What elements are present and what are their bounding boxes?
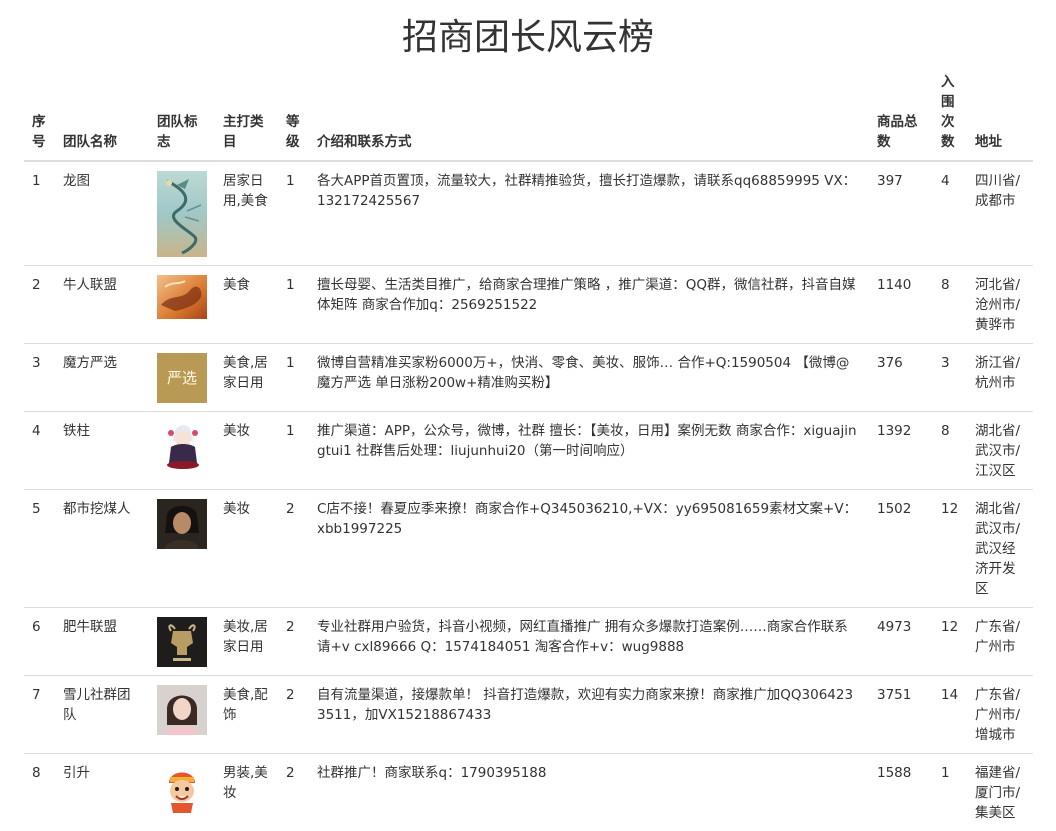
category: 美妆,居家日用	[215, 608, 278, 676]
category: 美妆	[215, 490, 278, 608]
table-row: 6 肥牛联盟 美妆,居家日用 2 专业社群用户验货，抖音小视频，网红直播推广 拥…	[24, 608, 1033, 676]
entry-count: 8	[933, 412, 967, 490]
category: 美食,居家日用	[215, 344, 278, 412]
anime-character-icon	[157, 421, 207, 471]
category: 美妆	[215, 412, 278, 490]
row-index: 7	[24, 676, 55, 754]
category: 美食,配饰	[215, 676, 278, 754]
bull-emblem-icon	[157, 617, 207, 667]
team-name[interactable]: 引升	[55, 754, 149, 831]
address: 福建省/厦门市/集美区	[967, 754, 1033, 831]
intro: 社群推广！商家联系q：1790395188	[309, 754, 869, 831]
level: 1	[278, 266, 309, 344]
level: 1	[278, 412, 309, 490]
intro: 各大APP首页置顶，流量较大，社群精推验货，擅长打造爆款，请联系qq688599…	[309, 161, 869, 266]
table-row: 1 龙图	[24, 161, 1033, 266]
row-index: 2	[24, 266, 55, 344]
entry-count: 12	[933, 490, 967, 608]
goods-count: 1392	[869, 412, 933, 490]
row-index: 3	[24, 344, 55, 412]
header-goods: 商品总数	[869, 72, 933, 161]
category: 男装,美妆	[215, 754, 278, 831]
intro: C店不接！春夏应季来撩！商家合作+Q345036210,+VX：yy695081…	[309, 490, 869, 608]
entry-count: 14	[933, 676, 967, 754]
goods-count: 1140	[869, 266, 933, 344]
page-title: 招商团长风云榜	[0, 14, 1056, 62]
address: 四川省/成都市	[967, 161, 1033, 266]
team-name[interactable]: 铁柱	[55, 412, 149, 490]
brand-logo-text: 严选	[157, 366, 207, 390]
header-entries: 入围次数	[933, 72, 967, 161]
goods-count: 376	[869, 344, 933, 412]
team-name[interactable]: 牛人联盟	[55, 266, 149, 344]
row-index: 4	[24, 412, 55, 490]
header-level: 等级	[278, 72, 309, 161]
header-category: 主打类目	[215, 72, 278, 161]
category: 美食	[215, 266, 278, 344]
row-index: 6	[24, 608, 55, 676]
team-name[interactable]: 龙图	[55, 161, 149, 266]
address: 广东省/广州市/增城市	[967, 676, 1033, 754]
level: 2	[278, 608, 309, 676]
intro: 自有流量渠道，接爆款单！ 抖音打造爆款，欢迎有实力商家来撩！商家推广加QQ306…	[309, 676, 869, 754]
entry-count: 3	[933, 344, 967, 412]
entry-count: 1	[933, 754, 967, 831]
goods-count: 3751	[869, 676, 933, 754]
row-index: 5	[24, 490, 55, 608]
address: 河北省/沧州市/黄骅市	[967, 266, 1033, 344]
header-name: 团队名称	[55, 72, 149, 161]
row-index: 1	[24, 161, 55, 266]
portrait-photo-icon	[157, 499, 207, 549]
level: 2	[278, 754, 309, 831]
header-logo: 团队标志	[149, 72, 215, 161]
table-row: 3 魔方严选 严选 美食,居家日用 1 微博自营精准买家粉6000万+，快消、零…	[24, 344, 1033, 412]
header-index: 序号	[24, 72, 55, 161]
intro: 擅长母婴、生活类目推广，给商家合理推广策略 ，推广渠道：QQ群，微信社群，抖音自…	[309, 266, 869, 344]
level: 2	[278, 676, 309, 754]
entry-count: 12	[933, 608, 967, 676]
team-name[interactable]: 魔方严选	[55, 344, 149, 412]
goods-count: 4973	[869, 608, 933, 676]
brand-text-icon: 严选	[157, 353, 207, 403]
dragon-painting-icon	[157, 171, 207, 257]
table-header-row: 序号 团队名称 团队标志 主打类目 等级 介绍和联系方式 商品总数 入围次数 地…	[24, 72, 1033, 161]
goods-count: 1502	[869, 490, 933, 608]
level: 2	[278, 490, 309, 608]
category: 居家日用,美食	[215, 161, 278, 266]
intro: 专业社群用户验货，抖音小视频，网红直播推广 拥有众多爆款打造案例……商家合作联系…	[309, 608, 869, 676]
table-row: 2 牛人联盟	[24, 266, 1033, 344]
address: 湖北省/武汉市/江汉区	[967, 412, 1033, 490]
dragon-fire-icon	[157, 275, 207, 319]
row-index: 8	[24, 754, 55, 831]
address: 广东省/广州市	[967, 608, 1033, 676]
header-intro: 介绍和联系方式	[309, 72, 869, 161]
table-row: 5 都市挖煤人 美妆 2 C店不接！春夏应季来撩！商家合作+Q345036210…	[24, 490, 1033, 608]
table-row: 7 雪儿社群团队 美食,配饰 2 自有流量渠道，接爆款单！ 抖音打造爆款，欢迎有…	[24, 676, 1033, 754]
address: 浙江省/杭州市	[967, 344, 1033, 412]
header-address: 地址	[967, 72, 1033, 161]
team-name[interactable]: 雪儿社群团队	[55, 676, 149, 754]
intro: 推广渠道：APP，公众号，微博，社群 擅长：【美妆，日用】案例无数 商家合作：x…	[309, 412, 869, 490]
girl-portrait-icon	[157, 685, 207, 735]
table-row: 4 铁柱 美妆 1 推广渠道：APP，公众号，微博，社群 擅长	[24, 412, 1033, 490]
table-row: 8 引升 男装,美妆 2 社群推广！	[24, 754, 1033, 831]
level: 1	[278, 344, 309, 412]
entry-count: 4	[933, 161, 967, 266]
entry-count: 8	[933, 266, 967, 344]
ranking-table: 序号 团队名称 团队标志 主打类目 等级 介绍和联系方式 商品总数 入围次数 地…	[24, 72, 1033, 831]
level: 1	[278, 161, 309, 266]
intro: 微博自营精准买家粉6000万+，快消、零食、美妆、服饰… 合作+Q:159050…	[309, 344, 869, 412]
goods-count: 1588	[869, 754, 933, 831]
team-name[interactable]: 肥牛联盟	[55, 608, 149, 676]
goods-count: 397	[869, 161, 933, 266]
team-name[interactable]: 都市挖煤人	[55, 490, 149, 608]
cartoon-monk-icon	[157, 763, 207, 813]
address: 湖北省/武汉市/武汉经济开发区	[967, 490, 1033, 608]
